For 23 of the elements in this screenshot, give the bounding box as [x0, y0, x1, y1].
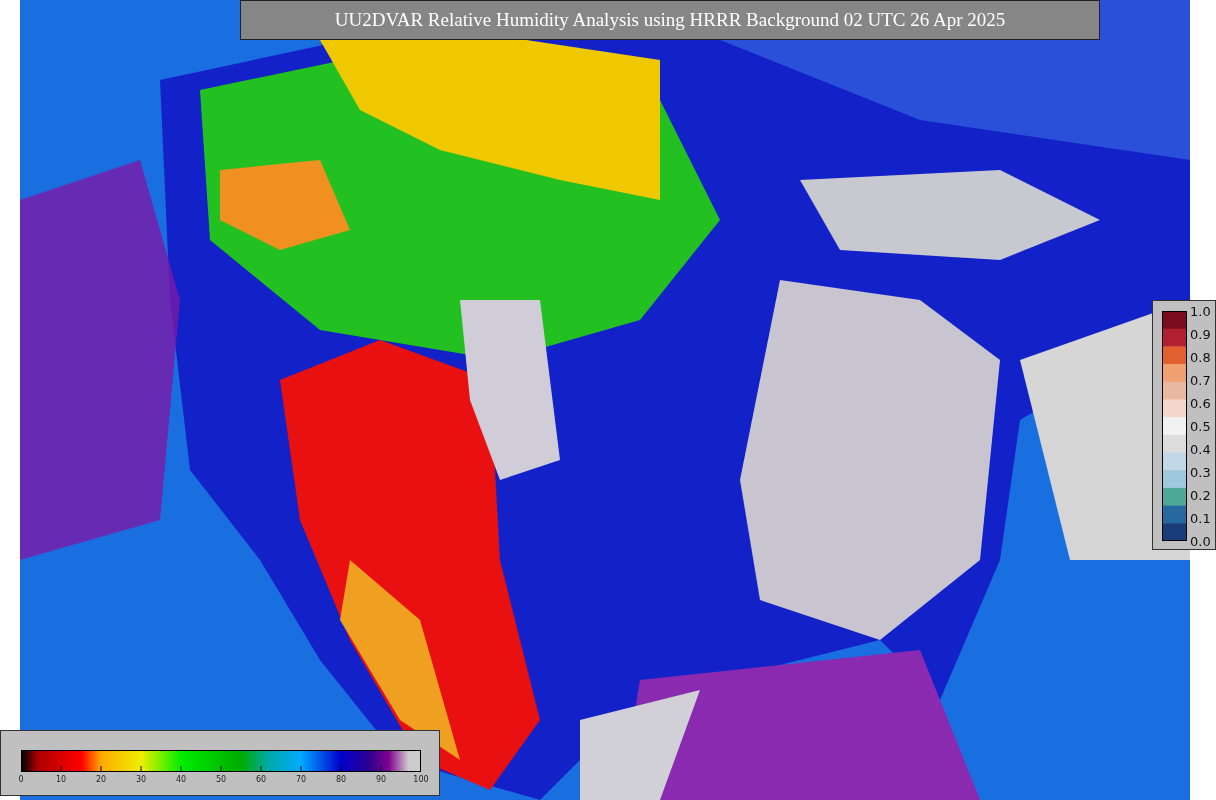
scale-tick-label: 0.6: [1190, 395, 1211, 411]
scale-tick-label: 0.2: [1190, 487, 1211, 503]
scale-tick-label: 30: [135, 775, 147, 784]
scale-tick-label: 60: [255, 775, 267, 784]
scale-tick-label: 70: [295, 775, 307, 784]
scale-tick-label: 1.0: [1190, 303, 1211, 319]
scale-tick-label: 80: [335, 775, 347, 784]
scale-tick-label: 0.7: [1190, 372, 1211, 388]
scale-tick-label: 10: [55, 775, 67, 784]
scale-tick-label: 0.9: [1190, 326, 1211, 342]
scale-tick-label: 0.8: [1190, 349, 1211, 365]
scale-tick-label: 0.5: [1190, 418, 1211, 434]
scale-tick-label: 0.1: [1190, 510, 1211, 526]
scale-tick-label: 100: [413, 775, 429, 784]
scale-tick-label: 0.3: [1190, 464, 1211, 480]
scale-tick-label: 0.0: [1190, 533, 1211, 549]
scale-tick-label: 90: [375, 775, 387, 784]
scale-tick-label: 40: [175, 775, 187, 784]
map-title: UU2DVAR Relative Humidity Analysis using HRRR Background 02 UTC 26 Apr 2025: [240, 0, 1100, 40]
scale-tick-label: 0.4: [1190, 441, 1211, 457]
scale-tick-label: 20: [95, 775, 107, 784]
scale-tick-label: 50: [215, 775, 227, 784]
scale-tick-label: 0: [18, 775, 24, 784]
